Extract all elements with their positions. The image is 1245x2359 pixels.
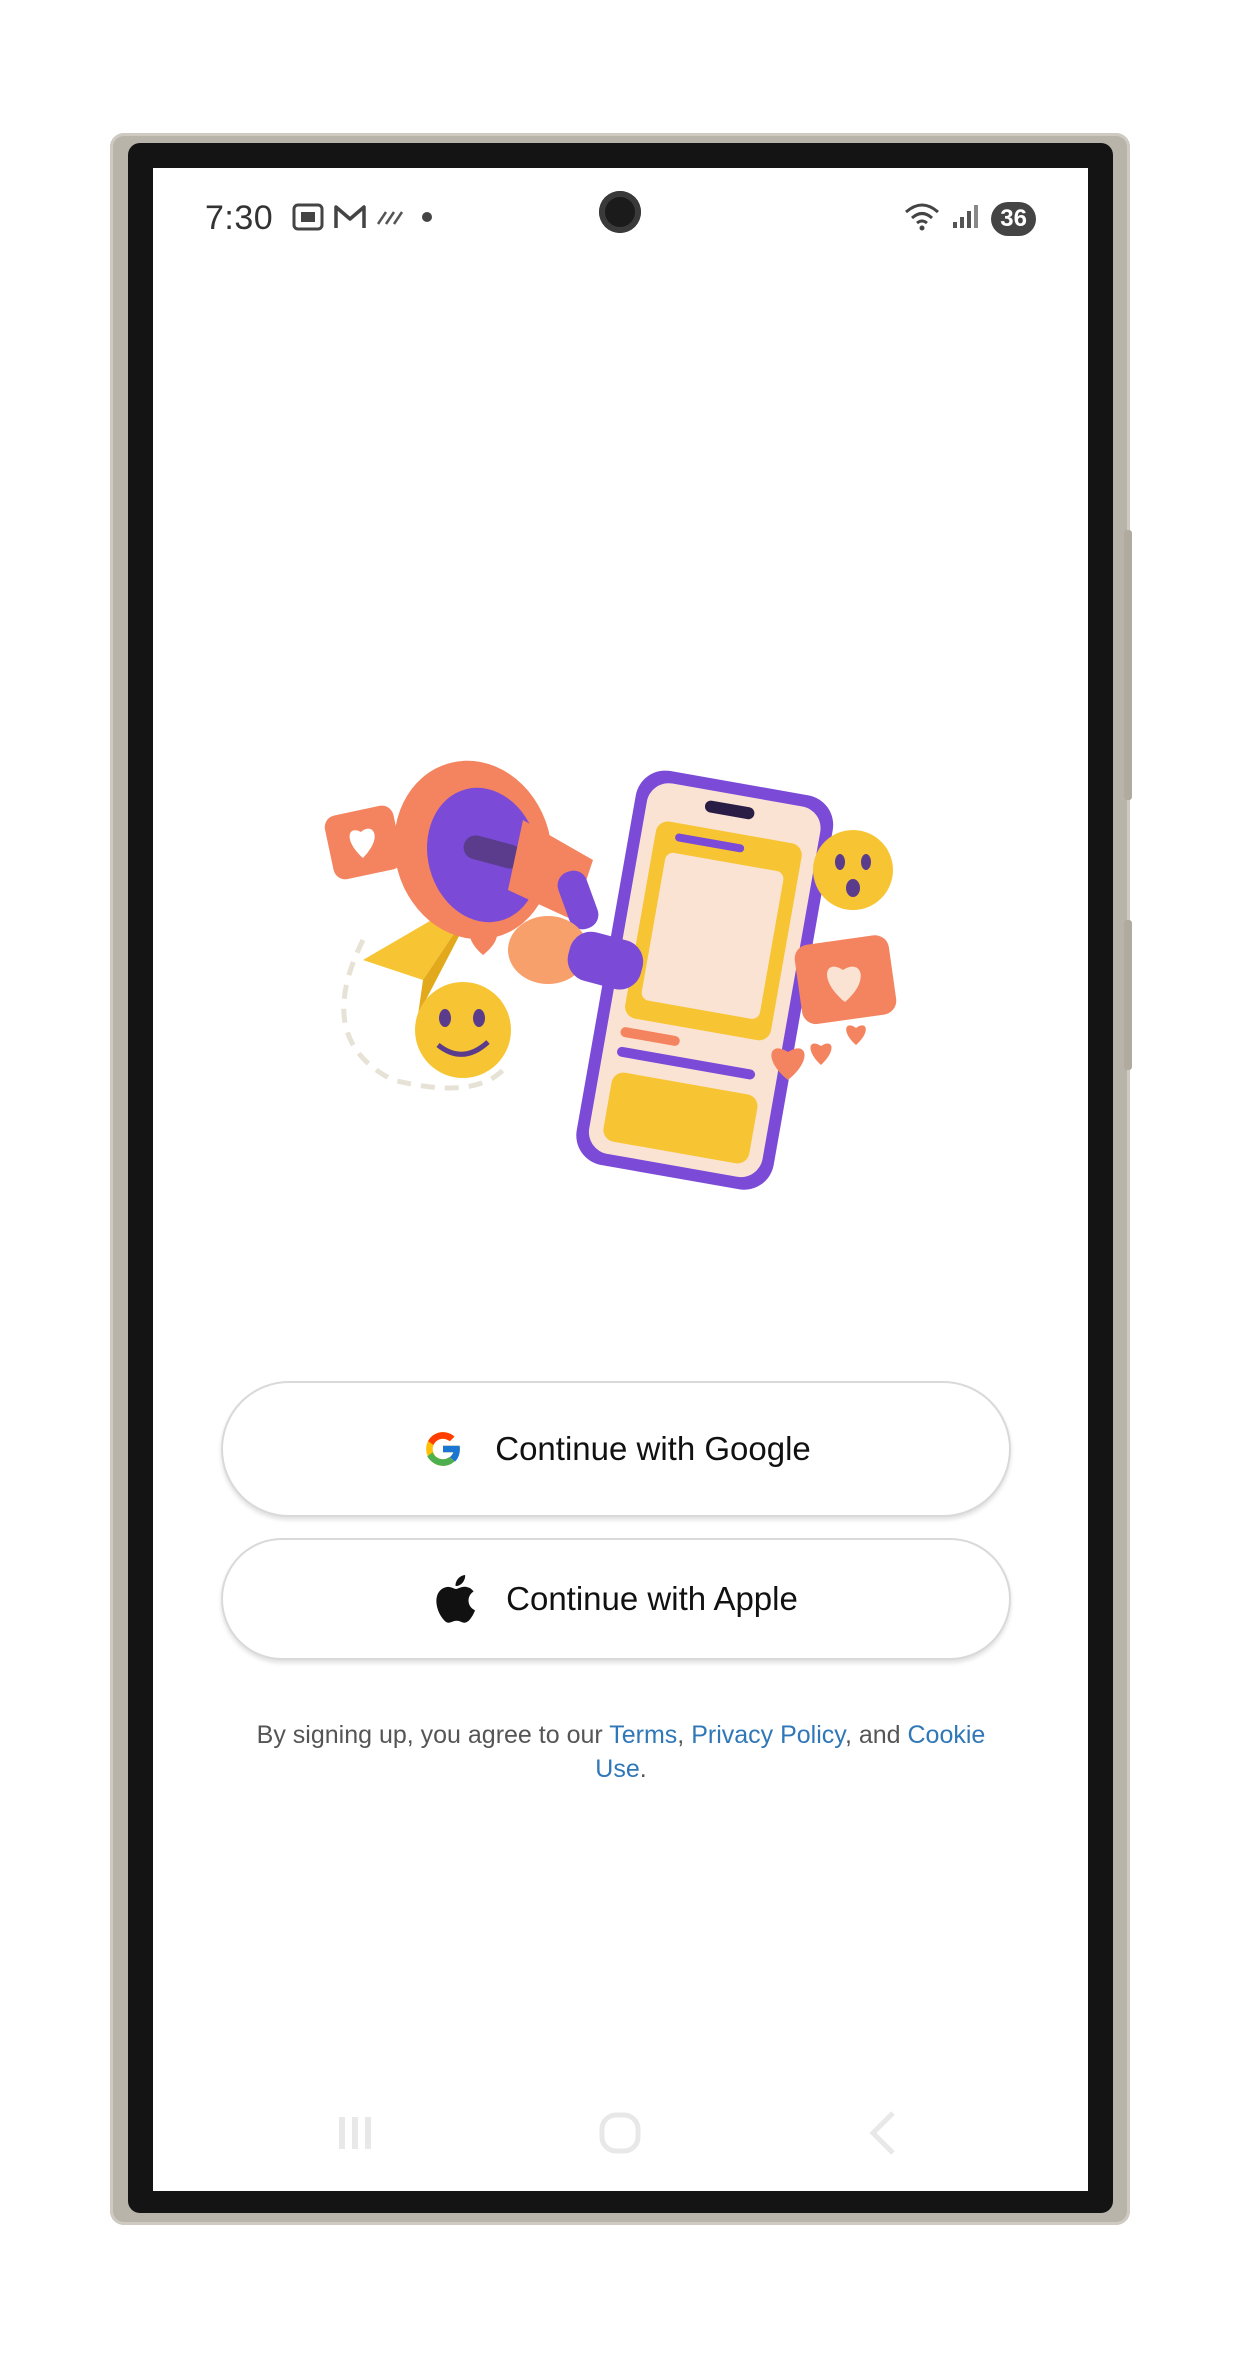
- terms-suffix: .: [639, 1755, 647, 1783]
- volume-button: [1124, 530, 1132, 800]
- terms-notice: By signing up, you agree to our Terms, P…: [241, 1718, 1001, 1786]
- surprised-emoji: [813, 830, 893, 910]
- gmail-icon: [333, 203, 367, 236]
- notification-icons: [291, 202, 437, 237]
- dot-icon: [413, 207, 437, 232]
- apple-button-label: Continue with Apple: [506, 1580, 798, 1617]
- recent-apps-icon[interactable]: [315, 2093, 395, 2173]
- continue-with-apple-button[interactable]: Continue with Apple: [221, 1538, 1011, 1660]
- missed-call-icon: [375, 207, 405, 232]
- battery-indicator: 36: [991, 201, 1036, 236]
- privacy-policy-link[interactable]: Privacy Policy: [691, 1721, 845, 1749]
- google-icon: [421, 1427, 465, 1471]
- terms-link[interactable]: Terms: [609, 1721, 677, 1749]
- signal-icon: [951, 202, 981, 235]
- heart-bubble-icon: [324, 805, 403, 880]
- screenshot-icon: [291, 202, 325, 237]
- home-icon[interactable]: [580, 2093, 660, 2173]
- front-camera: [599, 191, 641, 233]
- google-button-label: Continue with Google: [495, 1430, 811, 1467]
- power-button: [1124, 920, 1132, 1070]
- status-time: 7:30: [205, 199, 274, 237]
- back-icon[interactable]: [843, 2093, 923, 2173]
- navigation-bar: [153, 2093, 1088, 2173]
- terms-sep2: , and: [844, 1721, 908, 1749]
- heart-bubble-icon-right: [794, 935, 897, 1025]
- apple-icon: [434, 1575, 476, 1623]
- system-icons: 36: [903, 201, 1036, 236]
- smiley-emoji: [415, 982, 511, 1078]
- status-bar: 7:30 36: [153, 168, 1088, 276]
- wifi-icon: [903, 201, 941, 236]
- terms-sep1: ,: [677, 1721, 692, 1749]
- continue-with-google-button[interactable]: Continue with Google: [221, 1381, 1011, 1517]
- terms-prefix: By signing up, you agree to our: [256, 1721, 610, 1749]
- screen: 7:30 36 Continue with Google Continue wi…: [153, 168, 1088, 2191]
- megaphone-illustration: [324, 760, 897, 1190]
